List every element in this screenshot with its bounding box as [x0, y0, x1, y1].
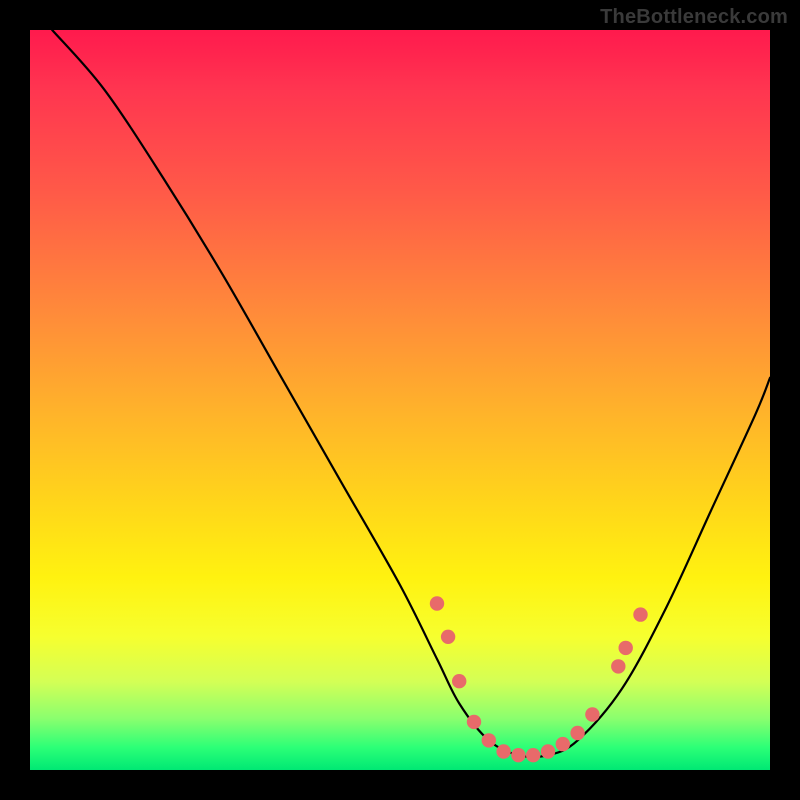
data-marker [611, 659, 625, 673]
data-marker [570, 726, 584, 740]
data-marker [526, 748, 540, 762]
plot-area [30, 30, 770, 770]
data-marker [430, 596, 444, 610]
data-marker [452, 674, 466, 688]
data-marker [585, 707, 599, 721]
bottleneck-curve [52, 30, 770, 757]
data-marker [496, 744, 510, 758]
watermark-text: TheBottleneck.com [600, 6, 788, 29]
chart-frame: TheBottleneck.com [0, 0, 800, 800]
data-marker [541, 744, 555, 758]
curve-svg [30, 30, 770, 770]
data-marker [556, 737, 570, 751]
data-marker [619, 641, 633, 655]
data-marker [633, 607, 647, 621]
data-marker [441, 630, 455, 644]
data-marker [511, 748, 525, 762]
data-marker [482, 733, 496, 747]
data-markers [430, 596, 648, 762]
data-marker [467, 715, 481, 729]
